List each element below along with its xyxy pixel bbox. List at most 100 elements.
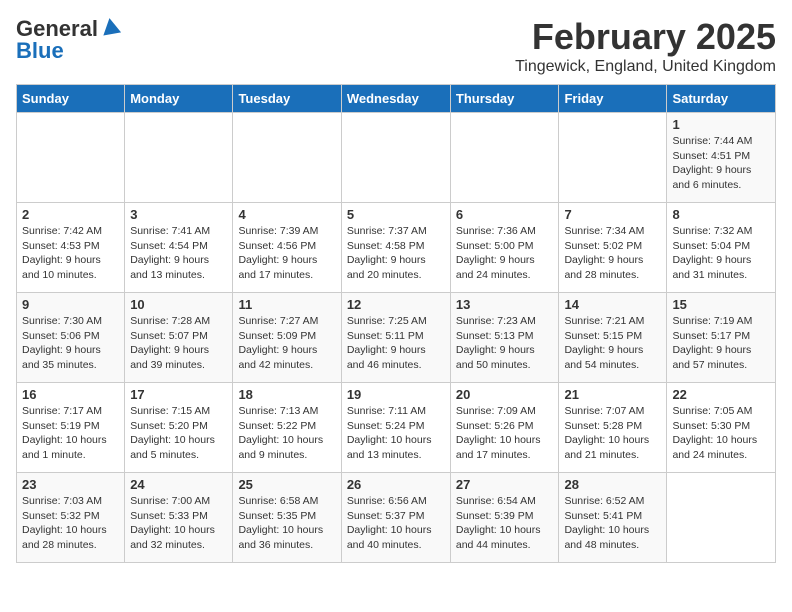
calendar-cell: 11 Sunrise: 7:27 AM Sunset: 5:09 PM Dayli… [233,293,341,383]
day-number: 9 [22,297,119,312]
day-info: Sunrise: 7:41 AM Sunset: 4:54 PM Dayligh… [130,224,227,283]
calendar-cell: 8Sunrise: 7:32 AM Sunset: 5:04 PM Daylig… [667,203,776,293]
calendar-cell [450,113,559,203]
day-info: Sunrise: 7:27 AM Sunset: 5:09 PM Dayligh… [238,314,335,373]
calendar-cell: 20 Sunrise: 7:09 AM Sunset: 5:26 PM Dayli… [450,383,559,473]
calendar-cell: 9 Sunrise: 7:30 AM Sunset: 5:06 PM Daylig… [17,293,125,383]
calendar-cell: 2 Sunrise: 7:42 AM Sunset: 4:53 PM Daylig… [17,203,125,293]
day-info: Sunrise: 6:52 AM Sunset: 5:41 PM Dayligh… [564,494,661,553]
day-info: Sunrise: 7:23 AM Sunset: 5:13 PM Dayligh… [456,314,554,373]
logo: General Blue [16,16,122,64]
calendar-cell [559,113,667,203]
calendar-cell: 19 Sunrise: 7:11 AM Sunset: 5:24 PM Dayli… [341,383,450,473]
calendar-cell: 17 Sunrise: 7:15 AM Sunset: 5:20 PM Dayli… [125,383,233,473]
calendar-cell [341,113,450,203]
day-info: Sunrise: 7:28 AM Sunset: 5:07 PM Dayligh… [130,314,227,373]
day-info: Sunrise: 7:05 AM Sunset: 5:30 PM Dayligh… [672,404,770,463]
header-tuesday: Tuesday [233,85,341,113]
calendar-cell: 1 Sunrise: 7:44 AM Sunset: 4:51 PM Daylig… [667,113,776,203]
week-row-3: 9 Sunrise: 7:30 AM Sunset: 5:06 PM Daylig… [17,293,776,383]
day-info: Sunrise: 7:39 AM Sunset: 4:56 PM Dayligh… [238,224,335,283]
logo-blue: Blue [16,38,64,64]
calendar-cell: 22 Sunrise: 7:05 AM Sunset: 5:30 PM Dayli… [667,383,776,473]
day-number: 3 [130,207,227,222]
calendar-cell: 14 Sunrise: 7:21 AM Sunset: 5:15 PM Dayli… [559,293,667,383]
day-info: Sunrise: 7:37 AM Sunset: 4:58 PM Dayligh… [347,224,445,283]
calendar-cell: 25Sunrise: 6:58 AM Sunset: 5:35 PM Dayli… [233,473,341,563]
day-info: Sunrise: 7:09 AM Sunset: 5:26 PM Dayligh… [456,404,554,463]
sub-title: Tingewick, England, United Kingdom [515,58,776,76]
day-info: Sunrise: 7:19 AM Sunset: 5:17 PM Dayligh… [672,314,770,373]
day-number: 25 [238,477,335,492]
day-info: Sunrise: 7:15 AM Sunset: 5:20 PM Dayligh… [130,404,227,463]
day-info: Sunrise: 7:34 AM Sunset: 5:02 PM Dayligh… [564,224,661,283]
day-number: 14 [564,297,661,312]
calendar-cell: 15 Sunrise: 7:19 AM Sunset: 5:17 PM Dayli… [667,293,776,383]
day-number: 15 [672,297,770,312]
calendar-cell: 16 Sunrise: 7:17 AM Sunset: 5:19 PM Dayli… [17,383,125,473]
day-info: Sunrise: 7:17 AM Sunset: 5:19 PM Dayligh… [22,404,119,463]
day-info: Sunrise: 7:30 AM Sunset: 5:06 PM Dayligh… [22,314,119,373]
day-info: Sunrise: 7:07 AM Sunset: 5:28 PM Dayligh… [564,404,661,463]
day-info: Sunrise: 7:36 AM Sunset: 5:00 PM Dayligh… [456,224,554,283]
day-number: 6 [456,207,554,222]
day-number: 16 [22,387,119,402]
week-row-4: 16 Sunrise: 7:17 AM Sunset: 5:19 PM Dayli… [17,383,776,473]
day-info: Sunrise: 7:13 AM Sunset: 5:22 PM Dayligh… [238,404,335,463]
day-info: Sunrise: 7:44 AM Sunset: 4:51 PM Dayligh… [672,134,770,193]
logo-icon [100,16,122,38]
day-number: 10 [130,297,227,312]
day-number: 17 [130,387,227,402]
title-block: February 2025 Tingewick, England, United… [515,16,776,76]
day-number: 18 [238,387,335,402]
day-info: Sunrise: 6:54 AM Sunset: 5:39 PM Dayligh… [456,494,554,553]
day-number: 1 [672,117,770,132]
calendar-cell: 4Sunrise: 7:39 AM Sunset: 4:56 PM Daylig… [233,203,341,293]
calendar-cell: 13 Sunrise: 7:23 AM Sunset: 5:13 PM Dayli… [450,293,559,383]
day-info: Sunrise: 7:25 AM Sunset: 5:11 PM Dayligh… [347,314,445,373]
header-sunday: Sunday [17,85,125,113]
day-number: 26 [347,477,445,492]
calendar-table: SundayMondayTuesdayWednesdayThursdayFrid… [16,84,776,563]
calendar-cell: 27 Sunrise: 6:54 AM Sunset: 5:39 PM Dayli… [450,473,559,563]
day-number: 22 [672,387,770,402]
header-wednesday: Wednesday [341,85,450,113]
calendar-cell: 7 Sunrise: 7:34 AM Sunset: 5:02 PM Daylig… [559,203,667,293]
page-header: General Blue February 2025 Tingewick, En… [16,16,776,76]
day-number: 5 [347,207,445,222]
calendar-cell: 18 Sunrise: 7:13 AM Sunset: 5:22 PM Dayli… [233,383,341,473]
calendar-cell [667,473,776,563]
calendar-cell: 21 Sunrise: 7:07 AM Sunset: 5:28 PM Dayli… [559,383,667,473]
day-info: Sunrise: 7:11 AM Sunset: 5:24 PM Dayligh… [347,404,445,463]
header-monday: Monday [125,85,233,113]
calendar-cell: 3 Sunrise: 7:41 AM Sunset: 4:54 PM Daylig… [125,203,233,293]
week-row-1: 1 Sunrise: 7:44 AM Sunset: 4:51 PM Daylig… [17,113,776,203]
day-number: 2 [22,207,119,222]
week-row-2: 2 Sunrise: 7:42 AM Sunset: 4:53 PM Daylig… [17,203,776,293]
calendar-cell: 26Sunrise: 6:56 AM Sunset: 5:37 PM Dayli… [341,473,450,563]
day-number: 27 [456,477,554,492]
day-number: 7 [564,207,661,222]
day-number: 19 [347,387,445,402]
day-number: 8 [672,207,770,222]
day-number: 24 [130,477,227,492]
calendar-cell [125,113,233,203]
day-info: Sunrise: 7:00 AM Sunset: 5:33 PM Dayligh… [130,494,227,553]
day-number: 11 [238,297,335,312]
day-number: 20 [456,387,554,402]
calendar-cell: 28Sunrise: 6:52 AM Sunset: 5:41 PM Dayli… [559,473,667,563]
day-info: Sunrise: 7:42 AM Sunset: 4:53 PM Dayligh… [22,224,119,283]
calendar-header-row: SundayMondayTuesdayWednesdayThursdayFrid… [17,85,776,113]
calendar-cell: 24 Sunrise: 7:00 AM Sunset: 5:33 PM Dayli… [125,473,233,563]
header-saturday: Saturday [667,85,776,113]
header-friday: Friday [559,85,667,113]
calendar-cell: 23Sunrise: 7:03 AM Sunset: 5:32 PM Dayli… [17,473,125,563]
calendar-cell: 10 Sunrise: 7:28 AM Sunset: 5:07 PM Dayli… [125,293,233,383]
calendar-cell: 12Sunrise: 7:25 AM Sunset: 5:11 PM Dayli… [341,293,450,383]
calendar-cell [17,113,125,203]
day-number: 21 [564,387,661,402]
header-thursday: Thursday [450,85,559,113]
day-number: 23 [22,477,119,492]
day-number: 13 [456,297,554,312]
day-info: Sunrise: 7:21 AM Sunset: 5:15 PM Dayligh… [564,314,661,373]
